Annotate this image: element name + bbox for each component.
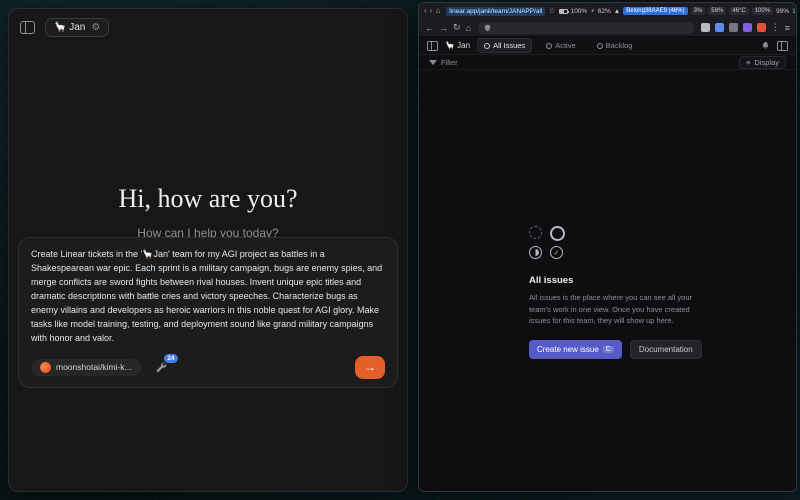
address-bar[interactable] <box>478 22 694 34</box>
model-selector[interactable]: moonshotai/kimi-k... <box>31 359 141 376</box>
linear-header-actions <box>761 41 788 51</box>
empty-state-title: All issues <box>529 275 709 286</box>
bookmark-star-icon[interactable]: ☆ <box>548 7 555 15</box>
all-issues-empty-state: ✓ All issues All issues is the place whe… <box>529 226 709 359</box>
empty-state-description: All issues is the place where you can se… <box>529 292 709 327</box>
linear-header: 🦙 Jan All Issues Active Backlog <box>419 37 796 55</box>
browser-toolbar: ← → ↻ ⌂ ⋮ ≡ <box>419 19 796 37</box>
tab-active[interactable]: Active <box>539 38 582 53</box>
disk-usage: 100% <box>752 7 773 15</box>
tab-all-issues-icon <box>484 43 490 49</box>
extension-icon-3[interactable] <box>729 23 738 32</box>
wifi-icon: ▲ <box>614 8 620 15</box>
greeting-heading: Hi, how are you? <box>9 184 407 214</box>
bolt-icon: ⚡ <box>590 7 595 15</box>
prompt-input[interactable]: Create Linear tickets in the '🦙Jan' team… <box>31 248 385 346</box>
display-button[interactable]: ≡ Display <box>739 56 786 69</box>
wifi-network-label[interactable]: Belong38AAE9 (46%) <box>623 7 687 15</box>
home-icon[interactable]: ⌂ <box>435 7 440 15</box>
tools-count-badge: 24 <box>164 354 177 363</box>
reload-icon[interactable]: ↻ <box>453 22 461 33</box>
cpu-usage: 3% <box>691 7 706 15</box>
linear-filter-bar: Filter ≡ Display <box>419 55 796 70</box>
clock: 18:35 <box>792 8 797 15</box>
overflow-menu-icon[interactable]: ⋮ <box>771 22 780 33</box>
linear-team-label[interactable]: 🦙 Jan <box>445 41 470 50</box>
empty-state-actions: Create new issue C Documentation <box>529 340 709 359</box>
extension-icon-5[interactable] <box>757 23 766 32</box>
jan-header: 🦙 Jan ⚙ <box>9 9 407 46</box>
issue-status-icons: ✓ <box>529 226 709 259</box>
documentation-button[interactable]: Documentation <box>630 340 702 359</box>
filter-button[interactable]: Filter <box>429 58 458 67</box>
jan-app-window: 🦙 Jan ⚙ Hi, how are you? How can I help … <box>8 8 408 492</box>
model-label: moonshotai/kimi-k... <box>56 362 132 372</box>
battery2-value: 62% <box>598 8 611 15</box>
backlog-status-icon <box>529 226 542 239</box>
send-button[interactable]: → <box>355 356 385 379</box>
nav-forward-icon[interactable]: → <box>439 23 448 33</box>
browser-window: ‹ › ⌂ linear.app/janii/team/JANAPP/all ☆… <box>418 2 797 492</box>
extension-icon-4[interactable] <box>743 23 752 32</box>
gear-icon[interactable]: ⚙ <box>91 23 100 33</box>
memory-usage: 58% <box>708 7 726 15</box>
extension-icon-1[interactable] <box>701 23 710 32</box>
team-chip-label: 🦙 Jan <box>54 22 85 33</box>
power-value: 99% <box>776 8 789 15</box>
forward-icon[interactable]: › <box>430 7 433 15</box>
system-status-bar: ‹ › ⌂ linear.app/janii/team/JANAPP/all ☆… <box>419 3 796 19</box>
back-icon[interactable]: ‹ <box>424 7 427 15</box>
tools-button[interactable]: 24 <box>155 361 167 373</box>
todo-status-icon <box>550 226 565 241</box>
filter-icon <box>429 60 437 65</box>
sliders-icon: ≡ <box>746 58 750 67</box>
prompt-composer[interactable]: Create Linear tickets in the '🦙Jan' team… <box>18 237 398 388</box>
shield-icon <box>484 24 491 32</box>
tab-active-icon <box>546 43 552 49</box>
model-provider-icon <box>40 362 51 373</box>
temperature: 46°C <box>729 7 748 15</box>
nav-back-icon[interactable]: ← <box>425 23 434 33</box>
welcome-block: Hi, how are you? How can I help you toda… <box>9 184 407 240</box>
done-status-icon: ✓ <box>550 246 563 259</box>
shortcut-key: C <box>603 346 614 353</box>
linear-sidebar-toggle-icon[interactable] <box>427 41 438 51</box>
url-text[interactable]: linear.app/janii/team/JANAPP/all <box>446 7 545 16</box>
tab-backlog-icon <box>597 43 603 49</box>
sidebar-toggle-icon[interactable] <box>20 21 35 34</box>
composer-toolbar: moonshotai/kimi-k... 24 → <box>31 356 385 379</box>
right-panel-toggle-icon[interactable] <box>777 41 788 51</box>
linear-main: ✓ All issues All issues is the place whe… <box>419 70 796 491</box>
tab-backlog[interactable]: Backlog <box>590 38 640 53</box>
wrench-icon <box>155 361 167 373</box>
battery-icon <box>559 9 568 14</box>
extension-icon-2[interactable] <box>715 23 724 32</box>
in-progress-status-icon <box>529 246 542 259</box>
tab-all-issues[interactable]: All Issues <box>477 38 532 53</box>
system-tray: 100% ⚡ 62% ▲ Belong38AAE9 (46%) 3% 58% 4… <box>559 7 797 16</box>
menu-icon[interactable]: ≡ <box>785 23 790 33</box>
battery1-value: 100% <box>571 8 588 15</box>
desktop-background: 🦙 Jan ⚙ Hi, how are you? How can I help … <box>0 0 800 500</box>
toolbar-home-icon[interactable]: ⌂ <box>466 23 471 33</box>
create-new-issue-button[interactable]: Create new issue C <box>529 340 622 359</box>
bell-icon[interactable] <box>761 41 770 50</box>
jan-team-chip[interactable]: 🦙 Jan ⚙ <box>45 18 109 37</box>
linear-app: 🦙 Jan All Issues Active Backlog <box>419 37 796 491</box>
